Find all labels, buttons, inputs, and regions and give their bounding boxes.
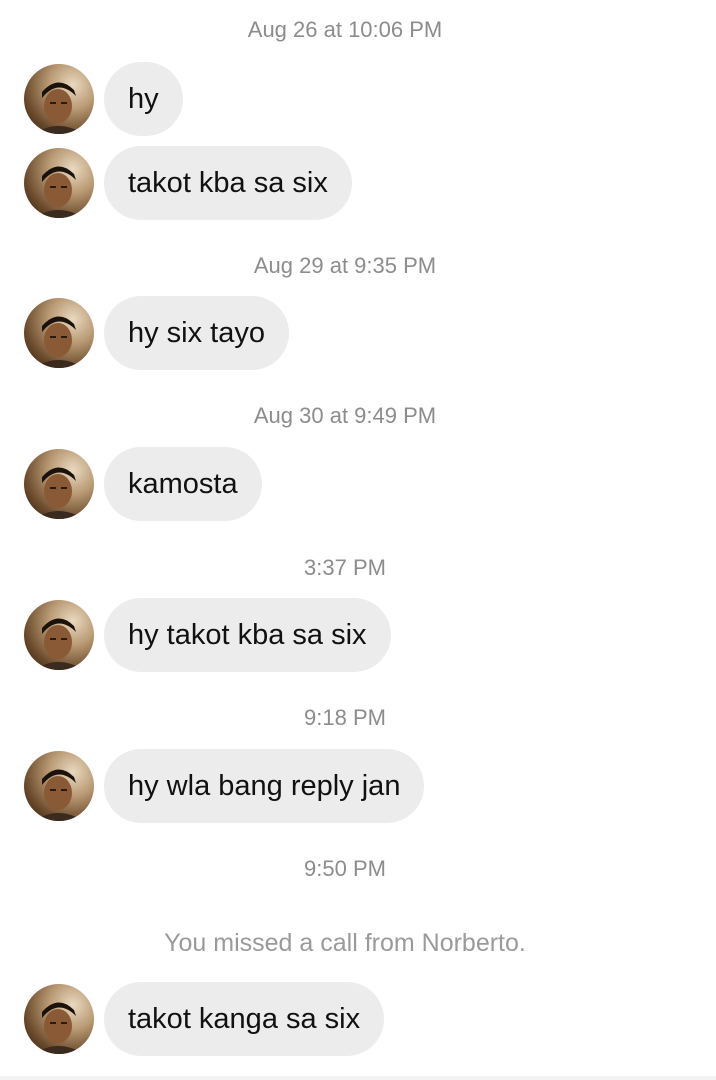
missed-call-notice: You missed a call from Norberto. xyxy=(164,929,526,957)
timestamp: Aug 26 at 10:06 PM xyxy=(247,17,443,42)
message-bubble[interactable]: hy six tayo xyxy=(104,296,289,370)
timestamp: Aug 30 at 9:49 PM xyxy=(253,403,437,428)
avatar-icon[interactable] xyxy=(24,751,94,821)
avatar-icon[interactable] xyxy=(24,600,94,670)
message-bubble[interactable]: hy wla bang reply jan xyxy=(104,749,425,823)
message-bubble[interactable]: hy takot kba sa six xyxy=(104,598,391,672)
avatar-icon[interactable] xyxy=(24,298,94,368)
divider xyxy=(0,1076,716,1080)
avatar-icon[interactable] xyxy=(24,148,94,218)
message-bubble[interactable]: kamosta xyxy=(104,447,262,521)
chat-thread: Aug 26 at 10:06 PM hy takot kba sa six A… xyxy=(0,0,716,1080)
message-bubble[interactable]: takot kba sa six xyxy=(104,146,352,220)
message-bubble[interactable]: hy xyxy=(104,62,183,136)
timestamp: 9:18 PM xyxy=(304,705,386,730)
avatar-icon[interactable] xyxy=(24,984,94,1054)
avatar-icon[interactable] xyxy=(24,449,94,519)
avatar-icon[interactable] xyxy=(24,64,94,134)
timestamp: 3:37 PM xyxy=(304,555,386,580)
message-bubble[interactable]: takot kanga sa six xyxy=(104,982,385,1056)
timestamp: Aug 29 at 9:35 PM xyxy=(253,253,437,278)
timestamp: 9:50 PM xyxy=(304,856,386,881)
